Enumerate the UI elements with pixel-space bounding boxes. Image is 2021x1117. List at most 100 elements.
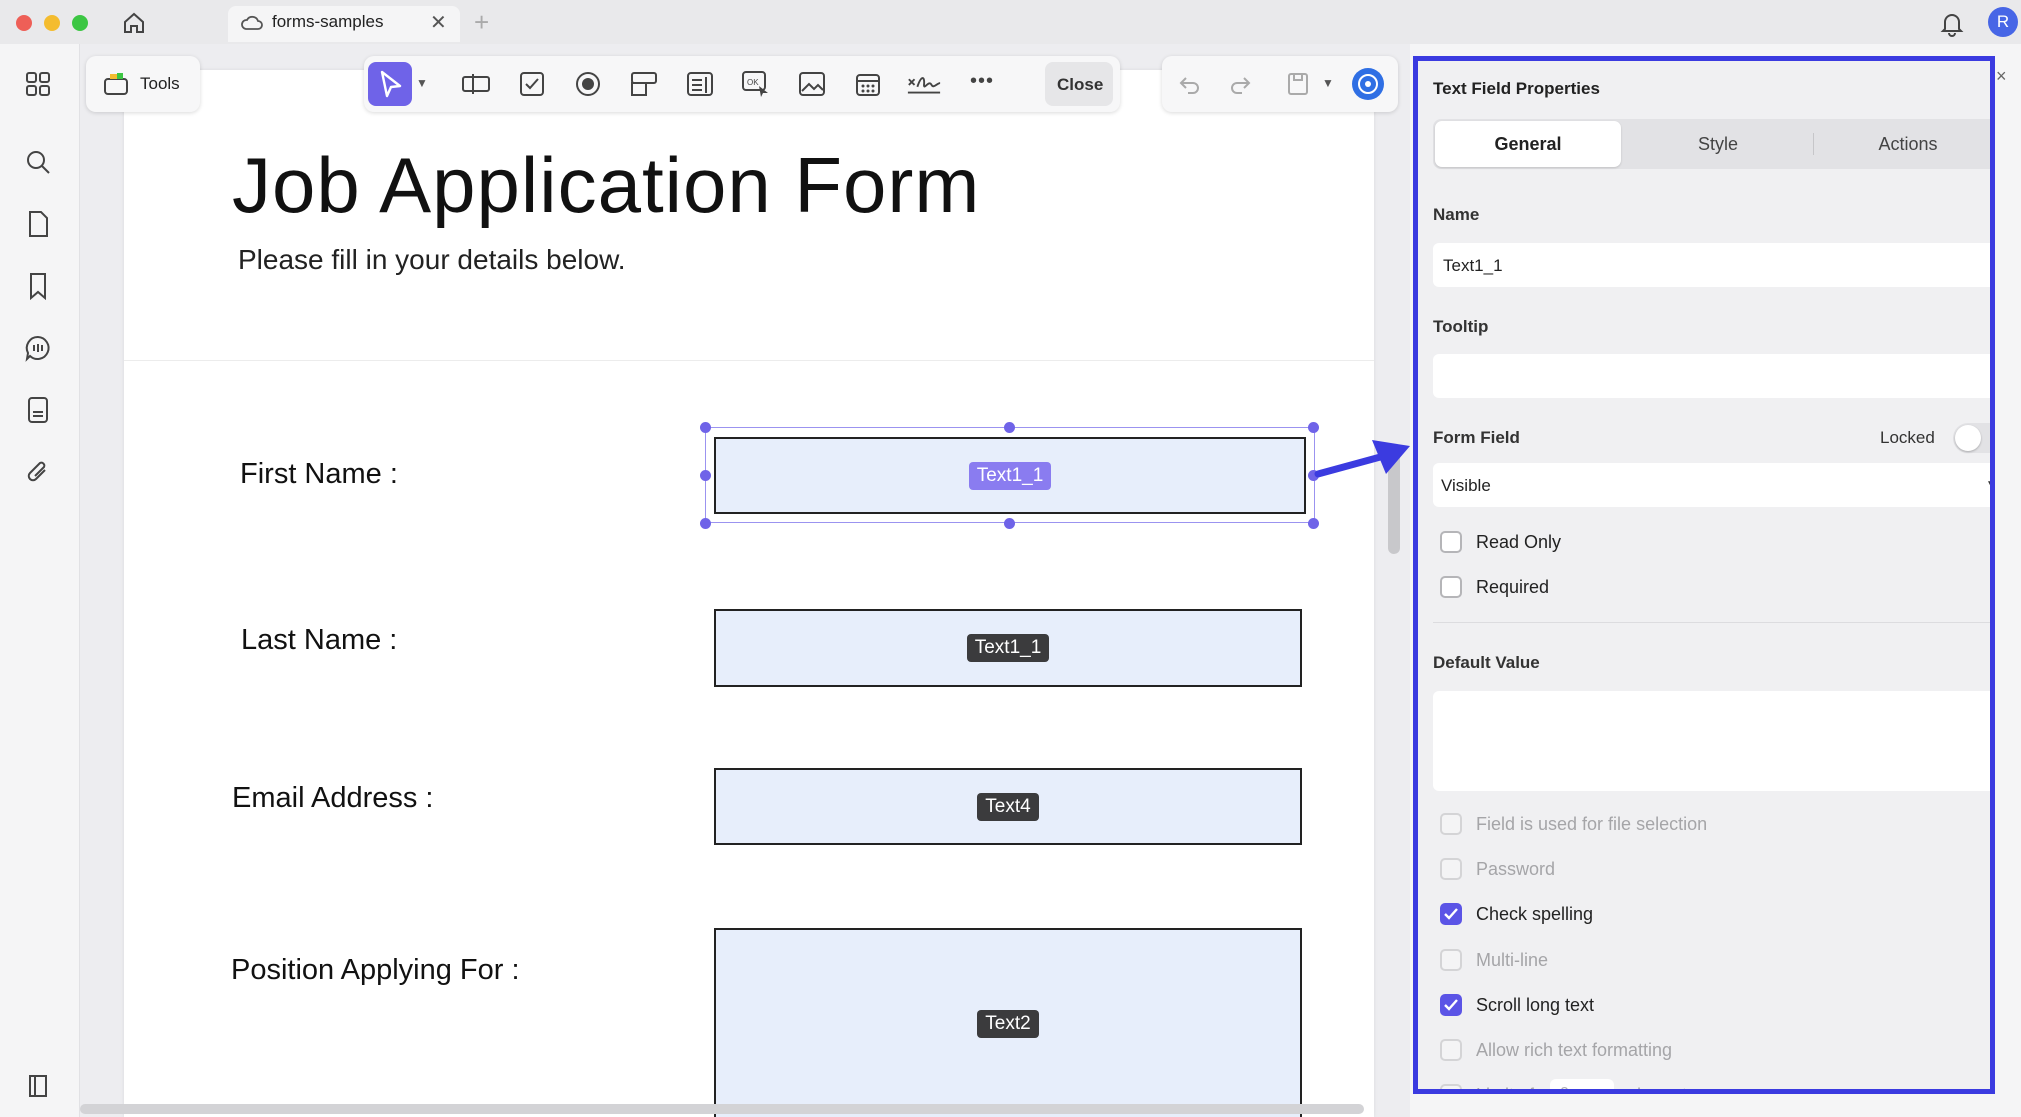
resize-handle-bottom[interactable]	[1004, 518, 1015, 529]
panel-close-icon[interactable]: ×	[1996, 66, 2007, 87]
resize-handle-top-left[interactable]	[700, 422, 711, 433]
select-tool-button[interactable]	[368, 62, 412, 106]
notification-bell-icon[interactable]	[1938, 9, 1966, 37]
rich-text-label: Allow rich text formatting	[1476, 1040, 1673, 1060]
last-name-field[interactable]: Text1_1	[714, 609, 1302, 687]
first-name-field[interactable]: Text1_1	[714, 437, 1306, 514]
redo-icon[interactable]	[1222, 66, 1258, 102]
password-label: Password	[1476, 859, 1556, 879]
annotation-arrow	[1314, 440, 1410, 478]
limit-value: 0	[1560, 1085, 1569, 1094]
tooltip-label: Tooltip	[1433, 317, 1489, 336]
limit-characters-checkbox[interactable]	[1440, 1084, 1462, 1089]
form-field-label: Form Field	[1433, 428, 1520, 447]
tab-actions[interactable]: Actions	[1815, 121, 1990, 167]
sidebar-toggle-icon[interactable]	[22, 1070, 54, 1102]
required-checkbox[interactable]	[1440, 576, 1462, 598]
date-field-tool-icon[interactable]	[850, 66, 886, 102]
check-spelling-checkbox[interactable]	[1440, 903, 1462, 925]
panel-title: Text Field Properties	[1433, 79, 1600, 98]
title-bar: forms-samples ✕ + R	[0, 0, 2021, 44]
position-field[interactable]: Text2	[714, 928, 1302, 1117]
apps-grid-icon[interactable]	[22, 68, 54, 100]
minimize-window-button[interactable]	[44, 15, 60, 31]
list-box-tool-icon[interactable]	[682, 66, 718, 102]
first-name-label: First Name :	[240, 458, 398, 490]
left-sidebar	[0, 44, 80, 1117]
resize-handle-bottom-right[interactable]	[1308, 518, 1319, 529]
horizontal-scrollbar[interactable]	[80, 1104, 1364, 1114]
position-label: Position Applying For :	[231, 954, 520, 986]
multi-line-checkbox[interactable]	[1440, 949, 1462, 971]
save-icon[interactable]	[1280, 66, 1316, 102]
history-toolbar: ▼	[1162, 56, 1398, 112]
combo-box-tool-icon[interactable]	[626, 66, 662, 102]
file-selection-checkbox[interactable]	[1440, 813, 1462, 835]
field-name-tag: Text1_1	[966, 634, 1050, 662]
home-icon[interactable]	[120, 9, 148, 37]
properties-tabs: General Style Actions	[1433, 119, 1990, 169]
read-only-checkbox[interactable]	[1440, 531, 1462, 553]
signature-tool-icon[interactable]	[906, 66, 942, 102]
close-button-label: Close	[1057, 75, 1104, 94]
ai-assistant-icon[interactable]	[1352, 68, 1384, 100]
new-tab-icon[interactable]: +	[474, 7, 489, 38]
tab-general[interactable]: General	[1435, 121, 1621, 167]
name-label: Name	[1433, 205, 1480, 224]
more-options-icon[interactable]: •••	[970, 70, 994, 93]
default-value-input[interactable]	[1433, 691, 1990, 791]
page-thumbnail-icon[interactable]	[22, 208, 54, 240]
close-window-button[interactable]	[16, 15, 32, 31]
form-toolbar: ▼ OK ••• Close	[364, 56, 1120, 112]
locked-toggle[interactable]	[1953, 423, 1990, 453]
tab-title: forms-samples	[272, 12, 384, 31]
button-tool-icon[interactable]: OK	[738, 66, 774, 102]
form-divider	[124, 360, 1374, 361]
limit-characters-stepper[interactable]: 0	[1550, 1079, 1614, 1094]
toggle-knob	[1955, 425, 1981, 451]
visibility-select-value: Visible	[1441, 476, 1491, 495]
tools-button[interactable]: Tools	[86, 56, 200, 112]
comment-icon[interactable]	[22, 332, 54, 364]
checkbox-tool-icon[interactable]	[514, 66, 550, 102]
read-only-label: Read Only	[1476, 532, 1562, 552]
search-icon[interactable]	[22, 146, 54, 178]
chevron-down-icon[interactable]: ▼	[416, 76, 428, 90]
email-address-field[interactable]: Text4	[714, 768, 1302, 845]
text-field-tool-icon[interactable]	[458, 66, 494, 102]
locked-label: Locked	[1880, 428, 1935, 447]
section-divider	[1433, 622, 1990, 623]
limit-prefix-label: Limit of	[1476, 1085, 1534, 1089]
visibility-select[interactable]: Visible ▼	[1433, 463, 1995, 507]
attachment-icon[interactable]	[22, 456, 54, 488]
svg-text:OK: OK	[747, 78, 759, 87]
user-avatar[interactable]: R	[1988, 7, 2018, 37]
rich-text-checkbox[interactable]	[1440, 1039, 1462, 1061]
email-address-label: Email Address :	[232, 782, 434, 814]
scroll-long-text-label: Scroll long text	[1476, 995, 1595, 1015]
undo-icon[interactable]	[1172, 66, 1208, 102]
text-field-properties-panel: Text Field Properties General Style Acti…	[1413, 56, 1995, 1094]
image-field-tool-icon[interactable]	[794, 66, 830, 102]
resize-handle-bottom-left[interactable]	[700, 518, 711, 529]
file-selection-label: Field is used for file selection	[1476, 814, 1708, 834]
document-icon[interactable]	[22, 394, 54, 426]
close-tab-icon[interactable]: ✕	[430, 10, 447, 35]
resize-handle-top[interactable]	[1004, 422, 1015, 433]
scroll-long-text-checkbox[interactable]	[1440, 994, 1462, 1016]
resize-handle-left[interactable]	[700, 470, 711, 481]
maximize-window-button[interactable]	[72, 15, 88, 31]
multi-line-label: Multi-line	[1476, 950, 1549, 970]
limit-suffix-label: characters	[1628, 1085, 1712, 1089]
tab-style[interactable]: Style	[1625, 121, 1811, 167]
save-chevron-down-icon[interactable]: ▼	[1322, 76, 1334, 90]
password-checkbox[interactable]	[1440, 858, 1462, 880]
radio-button-tool-icon[interactable]	[570, 66, 606, 102]
name-input[interactable]: Text1_1	[1433, 243, 1990, 287]
required-label: Required	[1476, 577, 1550, 597]
toolbox-icon	[102, 70, 130, 98]
bookmark-icon[interactable]	[22, 270, 54, 302]
tooltip-input[interactable]	[1433, 354, 1990, 398]
tools-label: Tools	[140, 74, 180, 93]
select-caret-icon: ▼	[1986, 479, 1995, 490]
